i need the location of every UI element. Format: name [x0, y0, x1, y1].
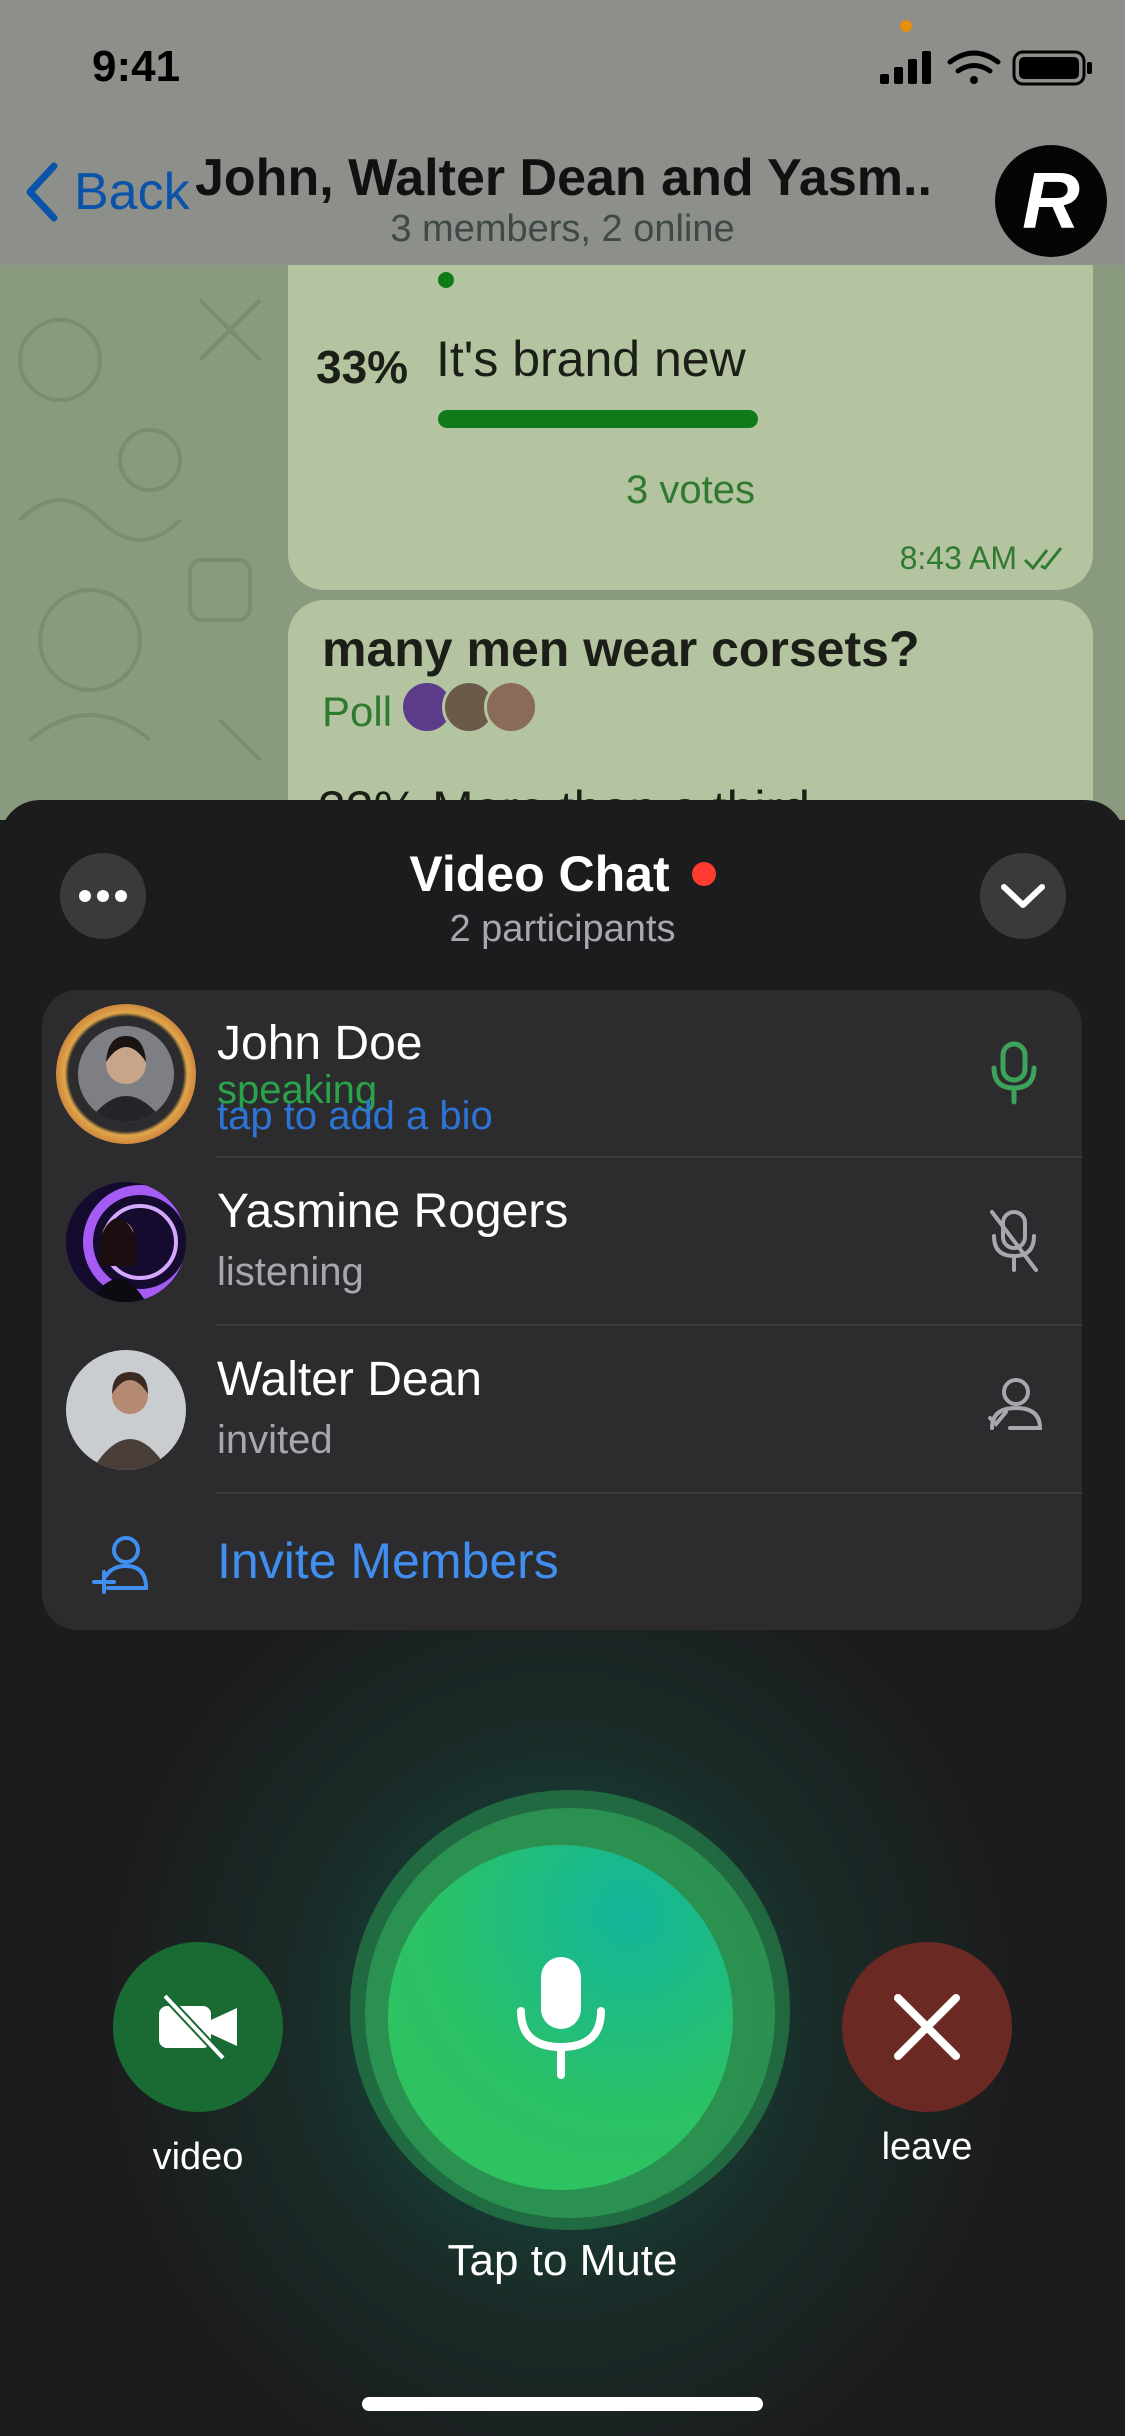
participant-name: John Doe [217, 1017, 423, 1070]
poll-percent: 33% [316, 341, 409, 393]
chat-subtitle: 3 members, 2 online [390, 208, 735, 250]
leave-label: leave [881, 2126, 973, 2168]
video-toggle-button[interactable] [113, 1942, 283, 2112]
leave-button[interactable] [842, 1942, 1012, 2112]
chat-title[interactable]: John, Walter Dean and Yasm... [195, 148, 930, 208]
chat-avatar[interactable]: R [995, 145, 1107, 257]
participant-row[interactable]: John Doe speaking tap to add a bio [42, 990, 1082, 1158]
back-label: Back [74, 163, 190, 221]
mic-on-icon[interactable] [986, 1040, 1042, 1106]
double-check-icon [1023, 546, 1063, 570]
voter-avatar [484, 680, 538, 734]
participant-name: Walter Dean [217, 1353, 482, 1406]
participant-row[interactable]: Walter Dean invited [42, 1326, 1082, 1494]
video-label: video [152, 2136, 244, 2178]
poll-result-bubble: 33% It's brand new 3 votes 8:43 AM [288, 230, 1093, 590]
video-off-icon [159, 1993, 237, 2061]
participant-name: Yasmine Rogers [217, 1185, 569, 1238]
status-time: 9:41 [92, 42, 181, 91]
chevron-left-icon [26, 162, 58, 222]
video-chat-title-text: Video Chat [409, 846, 670, 902]
participant-status: invited [217, 1418, 333, 1462]
bio-hint[interactable]: tap to add a bio [217, 1094, 493, 1139]
close-icon [894, 1994, 960, 2060]
invited-person-icon [988, 1378, 1042, 1430]
home-indicator[interactable] [362, 2397, 763, 2411]
poll-question: many men wear corsets? [322, 621, 920, 677]
video-chat-title: Video Chat [0, 845, 1125, 903]
live-indicator [691, 861, 716, 886]
collapse-button[interactable] [980, 853, 1066, 939]
invite-members-label: Invite Members [217, 1533, 559, 1589]
invite-members-button[interactable]: Invite Members [42, 1494, 1082, 1630]
wifi-icon [947, 50, 1001, 74]
poll-dot [438, 272, 454, 288]
mute-label: Tap to Mute [447, 2236, 678, 2285]
poll-voter-avatars [400, 680, 538, 734]
message-time: 8:43 AM [900, 540, 1067, 577]
signal-icon [880, 51, 931, 84]
avatar [66, 1350, 186, 1470]
add-user-icon [92, 1536, 149, 1594]
privacy-indicator-dot [900, 20, 912, 32]
mic-off-icon[interactable] [986, 1208, 1042, 1274]
status-bar: 9:41 [0, 0, 1125, 140]
poll-option-text: It's brand new [436, 331, 746, 387]
avatar [66, 1182, 186, 1302]
message-time-label: 8:43 AM [899, 540, 1017, 576]
video-chat-sheet: Video Chat 2 participants John Doe speak… [0, 800, 1125, 2436]
battery-icon [1012, 50, 1092, 86]
mute-button[interactable] [388, 1845, 733, 2190]
participant-status: listening [217, 1250, 364, 1294]
video-chat-subtitle: 2 participants [449, 908, 676, 950]
poll-message-bubble[interactable]: many men wear corsets? Poll 33% More tha… [288, 600, 1093, 820]
status-icons [880, 50, 1092, 86]
microphone-icon [516, 1956, 605, 2079]
participants-list: John Doe speaking tap to add a bio Yasmi… [42, 990, 1082, 1630]
back-button[interactable]: Back [22, 160, 190, 224]
avatar [78, 1026, 174, 1122]
poll-votes[interactable]: 3 votes [288, 468, 1093, 513]
chevron-down-icon [1001, 884, 1045, 908]
poll-progress-bar [438, 410, 758, 428]
chat-header: Back John, Walter Dean and Yasm... 3 mem… [0, 140, 1125, 265]
participant-row[interactable]: Yasmine Rogers listening [42, 1158, 1082, 1326]
poll-label: Poll [322, 688, 393, 735]
